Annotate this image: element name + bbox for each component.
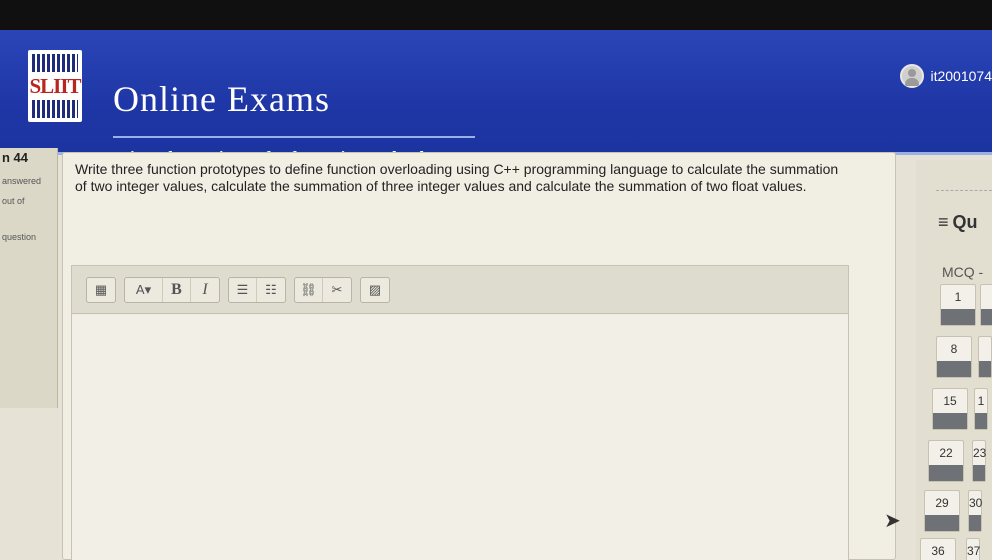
- question-content: Write three function prototypes to defin…: [62, 152, 896, 560]
- mcq-section-label: MCQ -: [942, 264, 984, 280]
- site-header: SLIIT Online Exams Sri Lanka Institute o…: [0, 30, 992, 167]
- question-nav-button[interactable]: 23: [972, 440, 986, 482]
- chevron-down-icon: ▾: [144, 281, 152, 297]
- image-icon[interactable]: ▨: [361, 278, 389, 302]
- editor-toolbar: ▦ A ▾ B I ☰ ☷ ⛓ ✂ ▨: [72, 266, 848, 314]
- question-text: Write three function prototypes to defin…: [75, 161, 839, 194]
- toolbar-group-media: ▨: [360, 276, 390, 303]
- toolbar-toggle-icon[interactable]: ▦: [87, 278, 115, 302]
- question-number: n 44: [2, 150, 29, 165]
- question-nav-button[interactable]: [980, 284, 992, 326]
- quiz-navigation-title: ≡ Qu: [938, 212, 978, 233]
- question-info-panel: n 44 answered out of question: [0, 148, 58, 408]
- question-nav-button[interactable]: 1: [974, 388, 988, 430]
- title-divider: [113, 136, 475, 138]
- user-menu[interactable]: it2001074: [900, 64, 992, 88]
- question-nav-button[interactable]: 22: [928, 440, 964, 482]
- question-nav-button[interactable]: [978, 336, 992, 378]
- answer-editor: ▦ A ▾ B I ☰ ☷ ⛓ ✂ ▨: [71, 265, 849, 560]
- question-marks: out of: [2, 196, 25, 206]
- question-nav-button[interactable]: 1: [940, 284, 976, 326]
- nav-divider: [936, 190, 992, 191]
- toolbar-group-format: A ▾ B I: [124, 276, 220, 303]
- italic-button[interactable]: I: [191, 278, 219, 302]
- unordered-list-icon[interactable]: ☰: [229, 277, 257, 302]
- flag-question-link[interactable]: question: [2, 232, 36, 242]
- toolbar-group-toggle: ▦: [86, 276, 116, 303]
- question-nav-button[interactable]: 30: [968, 490, 982, 532]
- username[interactable]: it2001074: [930, 68, 992, 84]
- question-nav-button[interactable]: 29: [924, 490, 960, 532]
- question-nav-button[interactable]: 15: [932, 388, 968, 430]
- nav-title-text: Qu: [952, 212, 978, 232]
- font-size-label: A: [135, 282, 145, 297]
- sliit-logo: SLIIT: [28, 50, 82, 122]
- font-size-button[interactable]: A ▾: [125, 277, 163, 302]
- question-nav-button[interactable]: 8: [936, 336, 972, 378]
- question-status: answered: [2, 176, 42, 186]
- quiz-navigation-panel: ≡ Qu MCQ - 1 8 15 1 22 23 29 30 36 37: [916, 160, 992, 560]
- toolbar-group-lists: ☰ ☷: [228, 276, 286, 303]
- link-icon[interactable]: ⛓: [295, 277, 323, 302]
- ordered-list-icon[interactable]: ☷: [257, 278, 285, 302]
- site-title: Online Exams: [113, 79, 330, 119]
- logo-wordmark: SLIIT: [29, 74, 81, 98]
- toolbar-group-links: ⛓ ✂: [294, 276, 352, 303]
- unlink-icon[interactable]: ✂: [323, 278, 351, 302]
- mouse-pointer-icon: ➤: [884, 510, 901, 532]
- question-nav-button[interactable]: 36: [920, 538, 956, 560]
- answer-text-area[interactable]: [72, 315, 848, 560]
- question-nav-button[interactable]: 37: [966, 538, 980, 560]
- hamburger-icon[interactable]: ≡: [938, 212, 949, 233]
- user-avatar-icon[interactable]: [900, 64, 925, 88]
- browser-top-bar: [0, 0, 992, 34]
- bold-button[interactable]: B: [163, 277, 191, 302]
